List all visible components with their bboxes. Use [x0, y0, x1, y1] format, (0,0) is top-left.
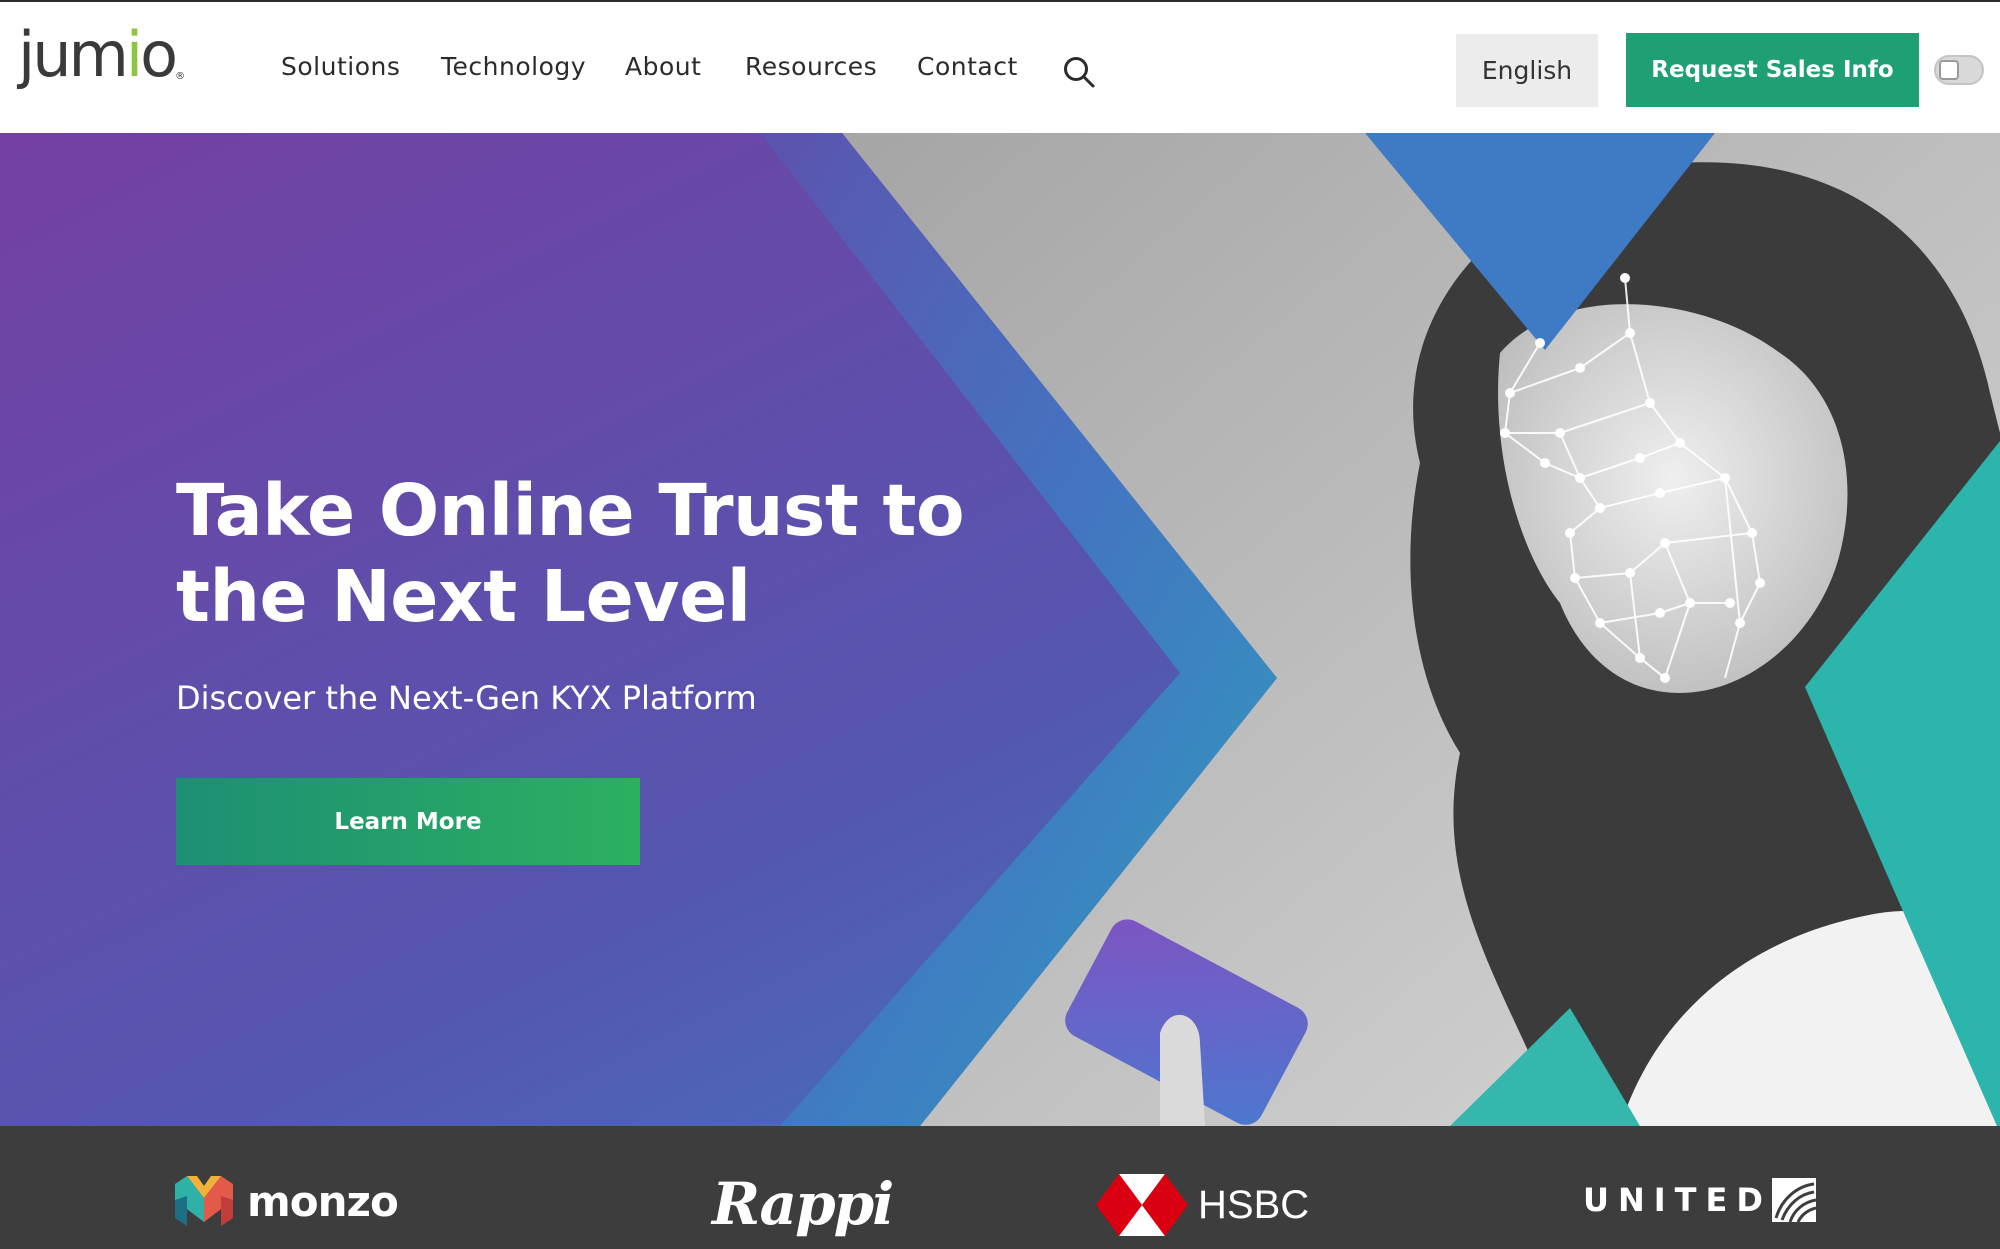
site-header: jumio® Solutions Technology About Resour… [0, 0, 2000, 133]
learn-more-button[interactable]: Learn More [176, 778, 640, 865]
hsbc-hexagon-icon [1096, 1174, 1188, 1236]
search-button[interactable] [1062, 55, 1096, 89]
search-icon [1064, 57, 1095, 88]
rappi-wordmark: Rappi [712, 1170, 894, 1238]
hero-subtitle: Discover the Next-Gen KYX Platform [176, 679, 757, 717]
united-wordmark: UNITED [1583, 1181, 1772, 1219]
rappi-logo: Rappi [712, 1170, 894, 1238]
hero-section: Take Online Trust to the Next Level Disc… [0, 133, 2000, 1126]
accessibility-toggle-icon [1939, 60, 1959, 80]
nav-contact[interactable]: Contact [917, 52, 1018, 81]
united-logo: UNITED [1583, 1178, 1816, 1222]
partner-logos-strip: monzo Rappi HSBC UNITED [0, 1126, 2000, 1249]
monzo-wordmark: monzo [247, 1176, 399, 1226]
nav-solutions[interactable]: Solutions [281, 52, 400, 81]
language-selector[interactable]: English [1456, 34, 1598, 107]
accessibility-toggle[interactable] [1934, 55, 1984, 85]
jumio-logo[interactable]: jumio® [18, 24, 185, 86]
hsbc-wordmark: HSBC [1198, 1182, 1310, 1227]
nav-about[interactable]: About [625, 52, 701, 81]
hsbc-logo: HSBC [1096, 1174, 1309, 1236]
nav-technology[interactable]: Technology [441, 52, 586, 81]
monzo-logo: monzo [175, 1176, 399, 1226]
united-globe-icon [1771, 1178, 1816, 1222]
monzo-mark-icon [175, 1176, 233, 1226]
hero-title: Take Online Trust to the Next Level [176, 469, 965, 638]
nav-resources[interactable]: Resources [745, 52, 877, 81]
request-sales-info-button[interactable]: Request Sales Info [1626, 33, 1919, 107]
